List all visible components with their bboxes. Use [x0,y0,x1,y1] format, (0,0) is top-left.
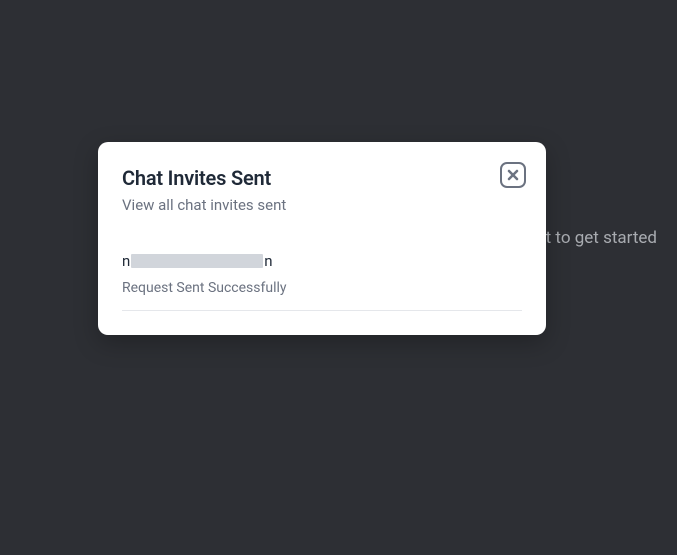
close-button[interactable] [500,162,526,188]
modal-subtitle: View all chat invites sent [122,196,522,214]
redacted-text [131,254,263,268]
chat-invites-modal: Chat Invites Sent View all chat invites … [98,142,546,335]
invite-list: n n Request Sent Successfully [122,252,522,311]
email-suffix: n [264,252,272,270]
modal-title: Chat Invites Sent [122,166,522,190]
email-prefix: n [122,252,130,270]
close-icon [507,169,519,181]
modal-header: Chat Invites Sent View all chat invites … [122,166,522,214]
invite-item: n n Request Sent Successfully [122,252,522,311]
invite-status: Request Sent Successfully [122,280,522,296]
invite-email: n n [122,252,522,270]
background-hint-text: st to get started [537,228,657,248]
